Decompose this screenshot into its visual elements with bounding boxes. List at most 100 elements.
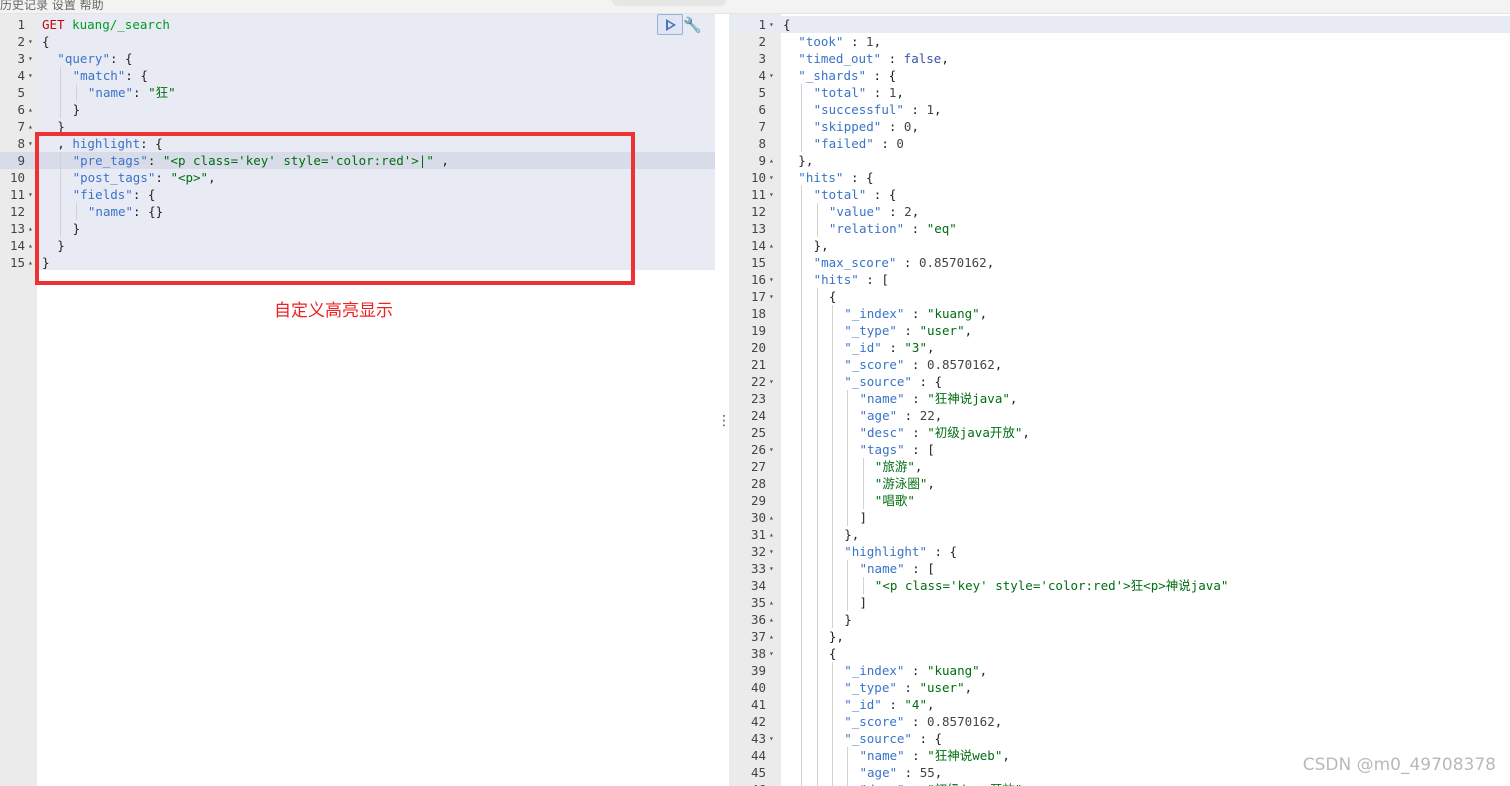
fold-arrow-icon[interactable]: ▾	[28, 186, 33, 203]
fold-arrow-icon[interactable]: ▾	[28, 33, 33, 50]
unfold-arrow-icon[interactable]: ▴	[28, 118, 33, 135]
unfold-arrow-icon[interactable]: ▴	[769, 509, 774, 526]
fold-arrow-icon[interactable]: ▾	[769, 645, 774, 662]
unfold-arrow-icon[interactable]: ▴	[28, 220, 33, 237]
code-text[interactable]: "_source" : {	[783, 373, 942, 390]
fold-arrow-icon[interactable]: ▾	[769, 271, 774, 288]
run-request-button[interactable]	[657, 14, 683, 35]
code-text[interactable]: "_id" : "4",	[783, 696, 934, 713]
code-text[interactable]: "took" : 1,	[783, 33, 881, 50]
indent-guide	[831, 441, 833, 458]
code-text[interactable]: },	[783, 526, 859, 543]
indent-guide	[831, 696, 833, 713]
code-text[interactable]: },	[783, 628, 844, 645]
code-text[interactable]: "_id" : "3",	[783, 339, 934, 356]
unfold-arrow-icon[interactable]: ▴	[28, 237, 33, 254]
fold-arrow-icon[interactable]: ▾	[769, 67, 774, 84]
code-text[interactable]: "total" : {	[783, 186, 897, 203]
code-text[interactable]: "name" : [	[783, 560, 935, 577]
code-text[interactable]: },	[783, 237, 829, 254]
code-text[interactable]: GET kuang/_search	[42, 16, 170, 33]
wrench-icon[interactable]: 🔧	[683, 16, 702, 34]
fold-arrow-icon[interactable]: ▾	[769, 560, 774, 577]
indent-guide	[831, 475, 833, 492]
indent-guide	[801, 84, 803, 101]
code-text[interactable]: "name": "狂"	[42, 84, 176, 101]
code-token: 55	[919, 765, 935, 780]
code-text[interactable]: "successful" : 1,	[783, 101, 942, 118]
fold-arrow-icon[interactable]: ▾	[769, 186, 774, 203]
fold-arrow-icon[interactable]: ▾	[28, 135, 33, 152]
code-text[interactable]: "age" : 55,	[783, 764, 943, 781]
fold-arrow-icon[interactable]: ▾	[769, 730, 774, 747]
code-token: ,	[979, 306, 988, 321]
unfold-arrow-icon[interactable]: ▴	[769, 628, 774, 645]
indent-guide	[816, 662, 818, 679]
line-number: 40	[750, 680, 766, 695]
indent-guide	[801, 492, 803, 509]
unfold-arrow-icon[interactable]: ▴	[769, 594, 774, 611]
line-number: 6	[758, 102, 766, 117]
unfold-arrow-icon[interactable]: ▴	[28, 101, 33, 118]
fold-arrow-icon[interactable]: ▾	[769, 543, 774, 560]
indent-guide	[847, 390, 849, 407]
code-text[interactable]: {	[783, 16, 791, 33]
indent-guide	[816, 305, 818, 322]
code-text[interactable]: ]	[783, 509, 868, 526]
code-text[interactable]: "value" : 2,	[783, 203, 919, 220]
code-text[interactable]: "age" : 22,	[783, 407, 943, 424]
unfold-arrow-icon[interactable]: ▴	[28, 254, 33, 271]
highlight-annotation-box	[35, 132, 635, 285]
code-text[interactable]: "skipped" : 0,	[783, 118, 919, 135]
indent-guide	[801, 713, 803, 730]
code-text[interactable]: "max_score" : 0.8570162,	[783, 254, 995, 271]
code-text[interactable]: {	[783, 288, 837, 305]
code-text[interactable]: "query": {	[42, 50, 132, 67]
code-text[interactable]: "match": {	[42, 67, 148, 84]
top-tab-handle[interactable]	[612, 0, 726, 6]
line-number: 22	[750, 374, 766, 389]
unfold-arrow-icon[interactable]: ▴	[769, 237, 774, 254]
code-text[interactable]: "<p class='key' style='color:red'>狂<p>神说…	[783, 577, 1229, 594]
code-text[interactable]: "relation" : "eq"	[783, 220, 957, 237]
unfold-arrow-icon[interactable]: ▴	[769, 526, 774, 543]
code-text[interactable]: "_shards" : {	[783, 67, 896, 84]
indent-guide	[801, 594, 803, 611]
request-editor[interactable]: 1 GET kuang/_search 2 ▾{3 ▾ "query": {4 ▾ "matc…	[0, 14, 715, 786]
code-text[interactable]: "hits" : {	[783, 169, 873, 186]
code-text[interactable]: "游泳圈",	[783, 475, 935, 492]
code-text[interactable]: "name" : "狂神说java",	[783, 390, 1018, 407]
unfold-arrow-icon[interactable]: ▴	[769, 152, 774, 169]
code-text[interactable]: "highlight" : {	[783, 543, 957, 560]
pane-splitter[interactable]	[715, 14, 729, 786]
fold-arrow-icon[interactable]: ▾	[769, 441, 774, 458]
code-text[interactable]: {	[783, 645, 837, 662]
code-text[interactable]: "hits" : [	[783, 271, 889, 288]
indent-guide	[816, 577, 818, 594]
code-text[interactable]: "_index" : "kuang",	[783, 305, 987, 322]
fold-arrow-icon[interactable]: ▾	[28, 67, 33, 84]
response-editor[interactable]: 1 ▾{2 "took" : 1, 3 "timed_out" : false, 4 ▾ "_…	[729, 14, 1510, 786]
code-token: {	[783, 17, 791, 32]
code-text[interactable]: "timed_out" : false,	[783, 50, 949, 67]
code-text[interactable]: "旅游",	[783, 458, 923, 475]
code-text[interactable]: "desc" : "初级java开放",	[783, 781, 1030, 786]
code-text[interactable]: "_source" : {	[783, 730, 942, 747]
code-text[interactable]: "唱歌"	[783, 492, 915, 509]
code-text[interactable]: "desc" : "初级java开放",	[783, 424, 1030, 441]
fold-arrow-icon[interactable]: ▾	[28, 50, 33, 67]
fold-arrow-icon[interactable]: ▾	[769, 288, 774, 305]
code-text[interactable]: "_type" : "user",	[783, 322, 972, 339]
fold-arrow-icon[interactable]: ▾	[769, 16, 774, 33]
fold-arrow-icon[interactable]: ▾	[769, 373, 774, 390]
code-text[interactable]: {	[42, 33, 50, 50]
code-text[interactable]: "_index" : "kuang",	[783, 662, 987, 679]
line-number: 19	[750, 323, 766, 338]
code-token: :	[897, 408, 920, 423]
unfold-arrow-icon[interactable]: ▴	[769, 611, 774, 628]
code-text[interactable]: "_type" : "user",	[783, 679, 972, 696]
code-text[interactable]: ]	[783, 594, 868, 611]
code-text[interactable]: "tags" : [	[783, 441, 935, 458]
fold-arrow-icon[interactable]: ▾	[769, 169, 774, 186]
code-text[interactable]: },	[783, 152, 813, 169]
